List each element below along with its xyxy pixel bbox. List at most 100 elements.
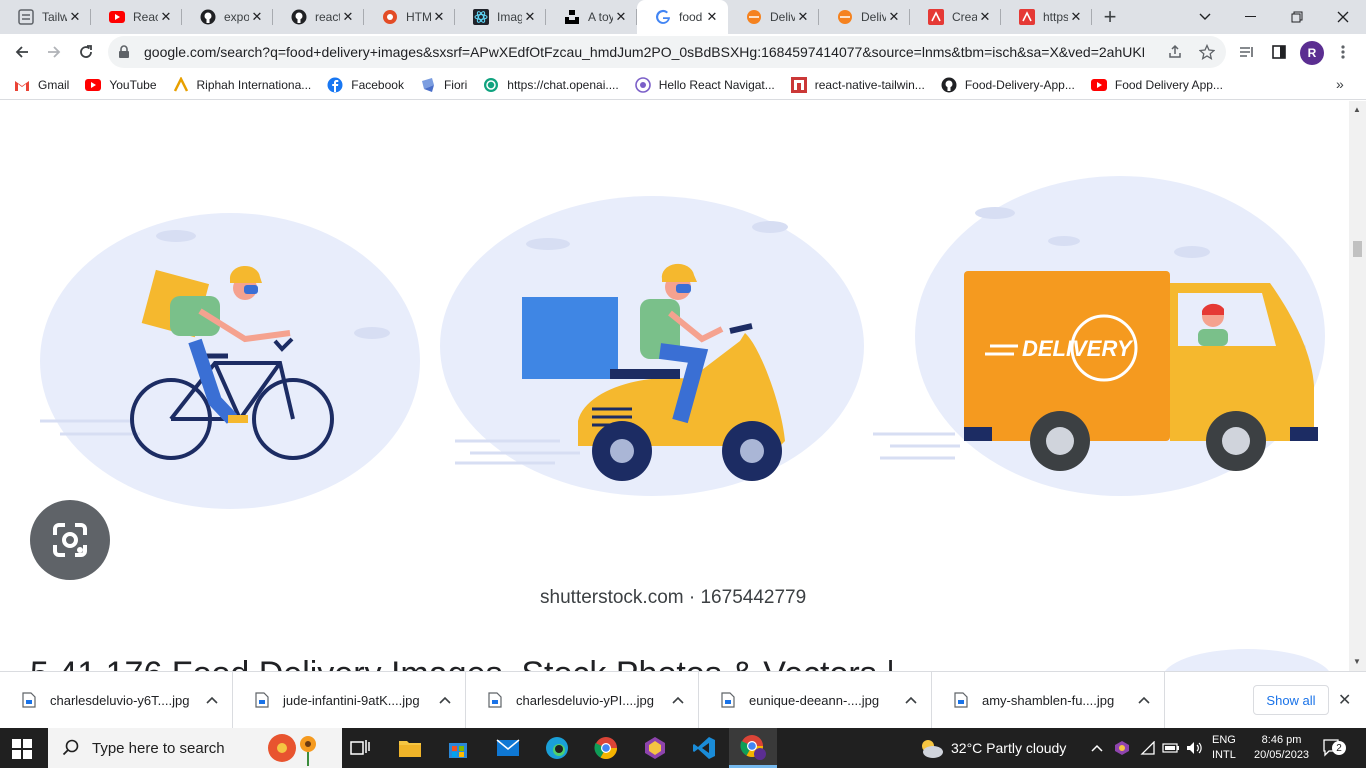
image-result-title[interactable]: 5,41,176 Food Delivery Images, Stock Pho… [30,655,895,671]
close-tab-icon[interactable]: ✕ [613,9,629,25]
browser-tab[interactable]: Tailw ✕ [0,0,91,34]
download-item[interactable]: jude-infantini-9atK....jpg [233,671,466,729]
browser-tab[interactable]: HTML✕ [364,0,455,34]
bookmark-item[interactable]: Facebook [327,77,404,93]
search-placeholder: Type here to search [92,739,225,757]
language-indicator[interactable]: ENG INTL [1212,728,1236,768]
browser-toolbar: google.com/search?q=food+delivery+images… [0,34,1366,70]
download-item[interactable]: charlesdeluvio-y6T....jpg [0,671,233,729]
scrollbar-thumb[interactable] [1353,241,1362,257]
side-panel-icon[interactable] [1270,43,1288,61]
weather-widget[interactable]: 32°C Partly cloudy [918,728,1066,768]
close-tab-icon[interactable]: ✕ [704,9,720,25]
browser-tab[interactable]: A toy ✕ [546,0,637,34]
close-downloads-icon[interactable]: ✕ [1338,690,1351,710]
microsoft-store-app[interactable] [434,728,482,768]
browser-tab[interactable]: https ✕ [1001,0,1092,34]
github-icon [941,77,957,93]
browser-tab[interactable]: react ✕ [273,0,364,34]
browser-tab[interactable]: Deliv ✕ [819,0,910,34]
close-tab-icon[interactable]: ✕ [249,9,265,25]
close-tab-icon[interactable]: ✕ [1068,9,1084,25]
notification-center-button[interactable]: 2 [1322,728,1346,768]
restore-button[interactable] [1274,0,1320,34]
file-explorer-app[interactable] [386,728,434,768]
reload-button[interactable] [70,36,102,68]
mail-app[interactable] [484,728,532,768]
bookmark-item[interactable]: Gmail [14,77,69,93]
page-scrollbar[interactable]: ▲ ▼ [1349,101,1366,671]
back-button[interactable] [6,36,38,68]
chevron-up-icon[interactable] [206,693,218,707]
tray-app-icon[interactable] [1114,728,1130,768]
browser-tab[interactable]: expo ✕ [182,0,273,34]
tab-search-icon[interactable] [1182,0,1228,34]
vscode-app[interactable] [680,728,728,768]
bookmark-item[interactable]: Food Delivery App... [1090,77,1223,93]
show-all-button[interactable]: Show all [1253,685,1329,715]
close-tab-icon[interactable]: ✕ [886,9,902,25]
download-item[interactable]: amy-shamblen-fu....jpg [932,671,1165,729]
tab-title: HTML [406,10,431,24]
close-tab-icon[interactable]: ✕ [158,9,174,25]
close-tab-icon[interactable]: ✕ [431,9,447,25]
address-bar[interactable]: google.com/search?q=food+delivery+images… [108,36,1226,68]
bookmark-item[interactable]: Hello React Navigat... [634,76,775,93]
close-tab-icon[interactable]: ✕ [522,9,538,25]
more-bookmarks-icon[interactable]: » [1336,76,1344,92]
scroll-down-arrow-icon[interactable]: ▼ [1353,657,1361,666]
battery-icon[interactable] [1162,728,1180,768]
tab-title: Imag [497,10,522,24]
browser-tab[interactable]: Imag ✕ [455,0,546,34]
pinned-app[interactable] [631,728,679,768]
bookmark-item[interactable]: react-native-tailwin... [790,76,925,93]
tab-list: Tailw✕React✕expo✕react✕HTML✕Imag✕A toy✕f… [0,0,1092,34]
minimize-button[interactable] [1228,0,1274,34]
close-tab-icon[interactable]: ✕ [340,9,356,25]
image-source-text[interactable]: shutterstock.com · 1675442779 [540,587,806,609]
bookmark-item[interactable]: Fiori [420,77,467,93]
delivery-illustration[interactable]: DELIVERY [0,101,1349,671]
bookmark-item[interactable]: YouTube [85,77,157,93]
chevron-up-icon[interactable] [672,693,684,707]
chevron-up-icon[interactable] [905,693,917,707]
download-item[interactable]: charlesdeluvio-yPI....jpg [466,671,699,729]
new-tab-button[interactable]: + [1092,0,1128,34]
google-lens-button[interactable] [30,500,110,580]
bookmark-item[interactable]: Food-Delivery-App... [941,77,1075,93]
taskbar-search-box[interactable]: Type here to search [48,728,342,768]
bookmark-item[interactable]: Riphah Internationa... [173,76,311,93]
close-tab-icon[interactable]: ✕ [67,9,83,25]
close-tab-icon[interactable]: ✕ [977,9,993,25]
windows-start-button[interactable] [12,739,32,764]
chrome-app[interactable] [582,728,630,768]
share-icon[interactable] [1166,43,1184,61]
download-item[interactable]: eunique-deeann-....jpg [699,671,932,729]
browser-tab[interactable]: food ✕ [637,0,728,34]
scroll-up-arrow-icon[interactable]: ▲ [1353,105,1361,114]
bookmark-label: YouTube [109,77,157,92]
close-tab-icon[interactable]: ✕ [795,9,811,25]
image-file-icon [954,692,968,708]
hexagon-app-icon [645,737,665,759]
bookmark-item[interactable]: https://chat.openai.... [483,77,619,93]
chevron-up-icon[interactable] [1138,693,1150,707]
close-window-button[interactable] [1320,0,1366,34]
chrome-profile-app[interactable] [729,728,777,768]
profile-avatar[interactable]: R [1300,41,1324,65]
browser-tab[interactable]: Deliv ✕ [728,0,819,34]
star-icon[interactable] [1198,43,1216,61]
more-menu-icon[interactable] [1334,43,1352,61]
forward-button[interactable] [38,36,70,68]
browser-tab[interactable]: React✕ [91,0,182,34]
reading-list-icon[interactable] [1238,43,1256,61]
show-hidden-icons-icon[interactable] [1091,728,1103,768]
chevron-up-icon[interactable] [439,693,451,707]
browser-tab[interactable]: Crea ✕ [910,0,1001,34]
volume-icon[interactable] [1186,728,1202,768]
clock[interactable]: 8:46 pm 20/05/2023 [1254,728,1309,768]
search-highlight-flowers-icon [268,734,316,766]
task-view-button[interactable] [336,728,384,768]
edge-app[interactable] [533,728,581,768]
network-icon[interactable] [1140,728,1156,768]
